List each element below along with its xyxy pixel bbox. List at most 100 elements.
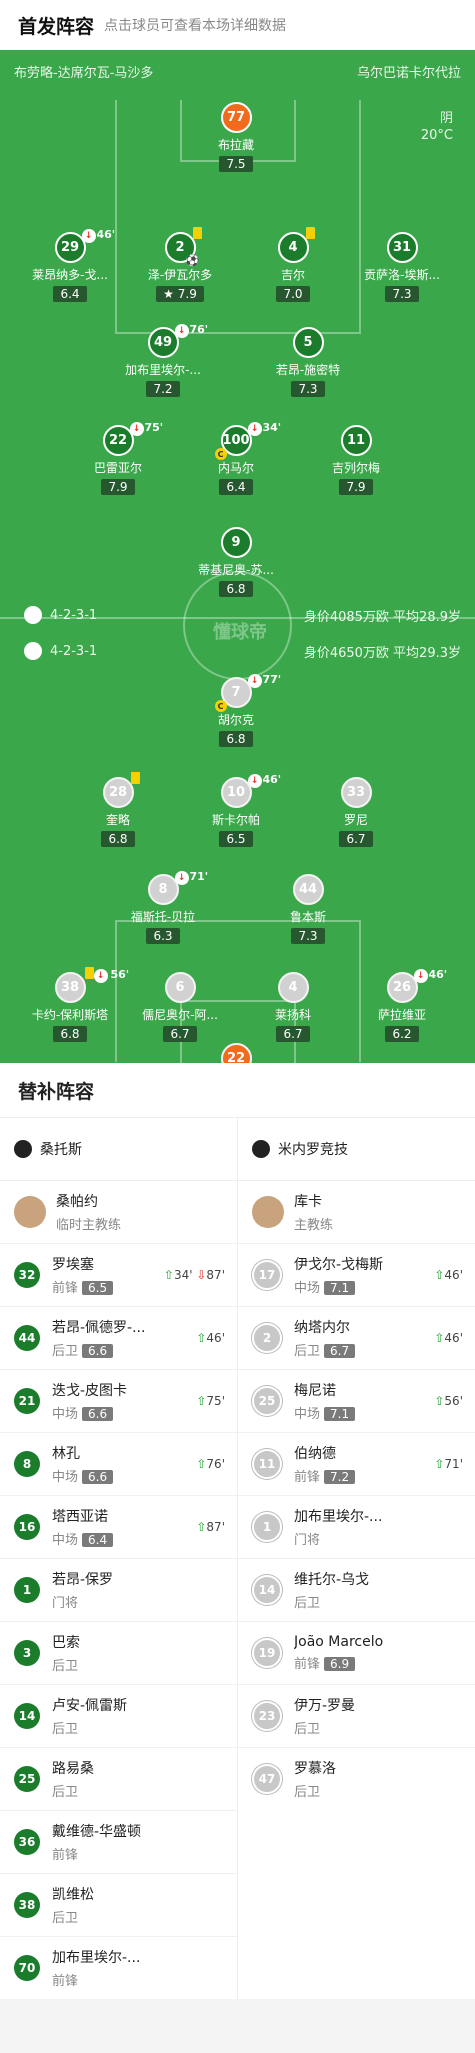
sub-player-row[interactable]: 70 加布里埃尔-... 前锋 bbox=[0, 1936, 237, 1999]
player-home-cb1[interactable]: 2 ⚽ 泽-伊瓦尔多 ★ 7.9 bbox=[115, 227, 245, 302]
sub-player-row[interactable]: 17 伊戈尔-戈梅斯 中场 7.1 ⇧46' bbox=[238, 1243, 475, 1306]
player-away-rw[interactable]: 33 罗尼 6.7 bbox=[291, 777, 421, 847]
sub-player-row[interactable]: 14 卢安-佩雷斯 后卫 bbox=[0, 1684, 237, 1747]
player-name: 伊戈尔-戈梅斯 bbox=[294, 1257, 384, 1273]
player-position: 后卫 6.7 bbox=[294, 1340, 356, 1359]
sub-on-icon: ⇧ bbox=[196, 1520, 207, 1534]
sub-off-icon: ↓ bbox=[93, 969, 108, 983]
sub-off-icon: ↓ bbox=[247, 774, 262, 788]
sub-off-icon: ↓ bbox=[129, 422, 144, 436]
player-position: 后卫 bbox=[52, 1785, 79, 1800]
sub-player-row[interactable]: 47 罗慕洛 后卫 bbox=[238, 1747, 475, 1810]
away-team-row[interactable]: 米内罗竞技 bbox=[238, 1117, 475, 1180]
sub-player-row[interactable]: 8 林孔 中场 6.6 ⇧76' bbox=[0, 1432, 237, 1495]
player-away-rb[interactable]: 26 ↓ 46' 萨拉维亚 6.2 bbox=[337, 968, 467, 1042]
player-name: 巴索 bbox=[52, 1635, 80, 1651]
captain-icon: C bbox=[214, 448, 227, 460]
player-number: 8 bbox=[14, 1451, 40, 1477]
player-away-st[interactable]: 7 ↓ 77' C 胡尔克 6.8 bbox=[171, 673, 301, 747]
player-home-dm2[interactable]: 5 若昂-施密特 7.3 bbox=[243, 327, 373, 397]
yellow-card-icon bbox=[84, 967, 94, 979]
player-away-gk[interactable]: 22 bbox=[171, 1043, 301, 1063]
player-position: 中场 7.1 bbox=[294, 1277, 383, 1296]
captain-icon: C bbox=[214, 700, 227, 712]
player-position: 前锋 7.2 bbox=[294, 1466, 356, 1485]
player-home-gk[interactable]: 77 布拉藏 7.5 bbox=[171, 102, 301, 172]
sub-events: ⇧56' bbox=[434, 1394, 463, 1408]
sub-player-row[interactable]: 32 罗埃塞 前锋 6.5 ⇧34' ⇩87' bbox=[0, 1243, 237, 1306]
yellow-card-icon bbox=[305, 227, 315, 239]
sub-on-icon: ⇧ bbox=[196, 1457, 207, 1471]
sub-on-icon: ⇧ bbox=[196, 1394, 207, 1408]
sub-player-row[interactable]: 14 维托尔-乌戈 后卫 bbox=[238, 1558, 475, 1621]
sub-player-row[interactable]: 2 纳塔内尔 后卫 6.7 ⇧46' bbox=[238, 1306, 475, 1369]
away-coach-row[interactable]: 库卡 主教练 bbox=[238, 1180, 475, 1243]
player-position: 前锋 bbox=[52, 1974, 79, 1989]
yellow-card-icon bbox=[192, 227, 202, 239]
weather: 阴 20°C bbox=[421, 110, 453, 144]
player-name: 加布里埃尔-... bbox=[52, 1950, 141, 1966]
player-home-lw[interactable]: 22 ↓ 75' 巴雷亚尔 7.9 bbox=[53, 421, 183, 495]
player-name: 若昂-保罗 bbox=[52, 1572, 114, 1588]
goal-icon: ⚽ bbox=[185, 254, 200, 267]
sub-on-icon: ⇧ bbox=[434, 1394, 445, 1408]
player-away-dm1[interactable]: 8 ↓ 71' 福斯托-贝拉 6.3 bbox=[98, 870, 228, 944]
player-position: 门将 bbox=[52, 1596, 79, 1611]
player-number: 2 bbox=[252, 1323, 282, 1353]
sub-events: ⇧71' bbox=[434, 1457, 463, 1471]
player-name: 戴维德-华盛顿 bbox=[52, 1824, 142, 1840]
sub-player-row[interactable]: 25 路易桑 后卫 bbox=[0, 1747, 237, 1810]
player-name: 梅尼诺 bbox=[294, 1383, 336, 1399]
home-coach-row[interactable]: 桑帕约 临时主教练 bbox=[0, 1180, 237, 1243]
player-rating: 6.9 bbox=[324, 1657, 356, 1671]
sub-on-icon: ⇧ bbox=[434, 1268, 445, 1282]
sub-player-row[interactable]: 36 戴维德-华盛顿 前锋 bbox=[0, 1810, 237, 1873]
sub-player-row[interactable]: 25 梅尼诺中场 7.1 ⇧56' bbox=[238, 1369, 475, 1432]
player-home-rw[interactable]: 11 吉列尔梅 7.9 bbox=[291, 425, 421, 495]
player-position: 后卫 bbox=[294, 1596, 321, 1611]
sub-player-row[interactable]: 44 若昂-佩德罗-... 后卫 6.6 ⇧46' bbox=[0, 1306, 237, 1369]
player-number: 25 bbox=[14, 1766, 40, 1792]
player-home-st[interactable]: 9 蒂基尼奥-苏... 6.8 bbox=[171, 527, 301, 597]
sub-player-row[interactable]: 38 凯维松 后卫 bbox=[0, 1873, 237, 1936]
sub-player-row[interactable]: 1 加布里埃尔-... 门将 bbox=[238, 1495, 475, 1558]
player-name: 伯纳德 bbox=[294, 1446, 336, 1462]
sub-on-icon: ⇧ bbox=[196, 1331, 207, 1345]
home-team-row[interactable]: 桑托斯 bbox=[0, 1117, 237, 1180]
sub-player-row[interactable]: 16 塔西亚诺 中场 6.4 ⇧87' bbox=[0, 1495, 237, 1558]
player-number: 47 bbox=[252, 1764, 282, 1794]
away-subs-column: 米内罗竞技 库卡 主教练 17 伊戈尔-戈梅斯 中场 7.1 ⇧46' 2 纳塔内尔 后卫 6.… bbox=[237, 1117, 475, 1999]
player-home-am[interactable]: 100 ↓ 34' C 内马尔 6.4 bbox=[171, 421, 301, 495]
player-name: 罗埃塞 bbox=[52, 1257, 94, 1273]
player-home-rb[interactable]: 31 贡萨洛-埃斯... 7.3 bbox=[337, 232, 467, 302]
sub-player-row[interactable]: 1 若昂-保罗 门将 bbox=[0, 1558, 237, 1621]
player-position: 前锋 6.5 bbox=[52, 1277, 114, 1296]
player-number: 25 bbox=[252, 1386, 282, 1416]
sub-player-row[interactable]: 3 巴索 后卫 bbox=[0, 1621, 237, 1684]
player-away-cb1[interactable]: 6 儒尼奥尔-阿... 6.7 bbox=[115, 972, 245, 1042]
lineup-hint: 点击球员可查看本场详细数据 bbox=[104, 18, 287, 34]
player-home-dm1[interactable]: 49 ↓ 76' 加布里埃尔-... 7.2 bbox=[98, 323, 228, 397]
player-away-lw[interactable]: 28 奎略 6.8 bbox=[53, 772, 183, 847]
sub-off-icon: ↓ bbox=[413, 969, 428, 983]
sub-events: ⇧46' bbox=[434, 1268, 463, 1282]
sub-off-icon: ↓ bbox=[247, 422, 262, 436]
santos-logo-icon bbox=[14, 1140, 32, 1158]
star-icon: ★ bbox=[163, 287, 174, 301]
player-away-dm2[interactable]: 44 鲁本斯 7.3 bbox=[243, 874, 373, 944]
player-position: 后卫 bbox=[52, 1722, 79, 1737]
player-away-am[interactable]: 10 ↓ 46' 斯卡尔帕 6.5 bbox=[171, 773, 301, 847]
home-subs-column: 桑托斯 桑帕约 临时主教练 32 罗埃塞 前锋 6.5 ⇧34' ⇩87' 44 若昂-佩德… bbox=[0, 1117, 237, 1999]
sub-off-icon: ↓ bbox=[174, 871, 189, 885]
player-number: 14 bbox=[14, 1703, 40, 1729]
player-position: 中场 7.1 bbox=[294, 1403, 356, 1422]
sub-player-row[interactable]: 23 伊万-罗曼 后卫 bbox=[238, 1684, 475, 1747]
player-name: 罗慕洛 bbox=[294, 1761, 336, 1777]
player-name: 林孔 bbox=[52, 1446, 80, 1462]
player-name: 塔西亚诺 bbox=[52, 1509, 108, 1525]
lineup-title: 首发阵容 bbox=[18, 15, 95, 38]
sub-player-row[interactable]: 19 João Marcelo 前锋 6.9 bbox=[238, 1621, 475, 1684]
sub-player-row[interactable]: 21 迭戈-皮图卡 中场 6.6 ⇧75' bbox=[0, 1369, 237, 1432]
player-rating: 6.6 bbox=[82, 1344, 114, 1358]
sub-player-row[interactable]: 11 伯纳德 前锋 7.2 ⇧71' bbox=[238, 1432, 475, 1495]
